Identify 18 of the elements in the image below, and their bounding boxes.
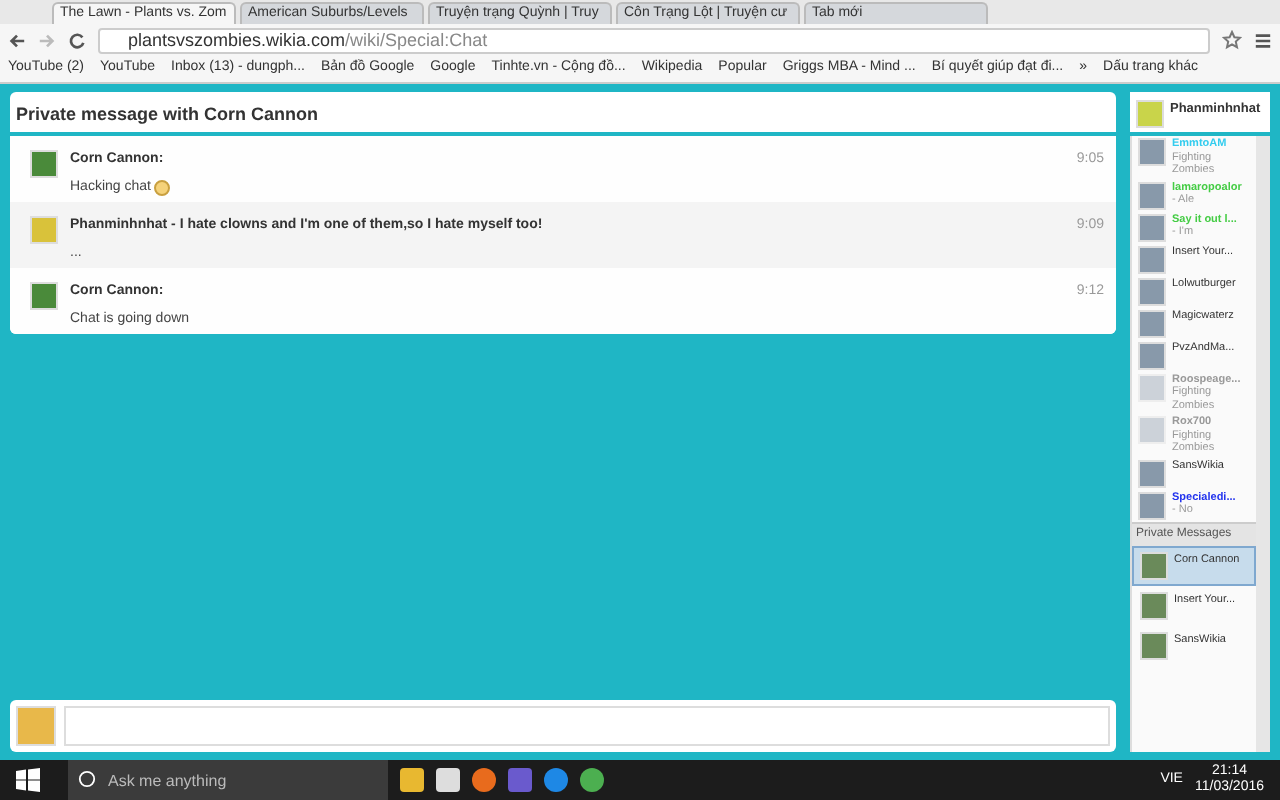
avatar — [30, 150, 58, 178]
avatar — [30, 216, 58, 244]
reload-icon[interactable] — [68, 31, 86, 49]
back-icon[interactable] — [8, 31, 26, 49]
message-input[interactable] — [64, 706, 1110, 746]
star-icon[interactable] — [1222, 30, 1242, 50]
address-field[interactable]: plantsvszombies.wikia.com/wiki/Special:Chat — [98, 27, 1210, 53]
avatar — [16, 706, 56, 746]
avatar — [30, 282, 58, 310]
avatar — [1136, 100, 1164, 128]
avatar — [1140, 551, 1168, 579]
avatar — [1140, 631, 1168, 659]
windows-icon[interactable] — [16, 768, 40, 792]
avatar — [1140, 591, 1168, 619]
browser-icon[interactable] — [472, 768, 496, 792]
browser-icon[interactable] — [544, 768, 568, 792]
menu-icon[interactable] — [1254, 31, 1272, 49]
search-field[interactable]: Ask me anything — [68, 760, 388, 800]
